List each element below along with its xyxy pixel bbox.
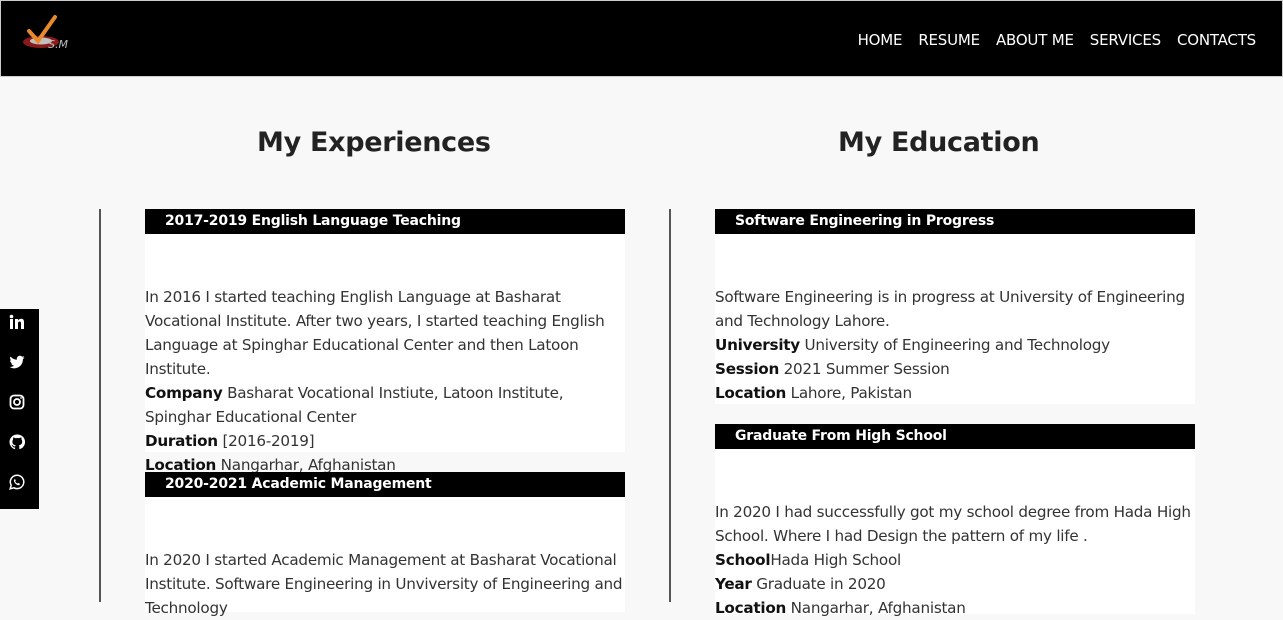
linkedin-icon[interactable] <box>9 314 25 330</box>
education-year: Year Graduate in 2020 <box>715 575 886 593</box>
whatsapp-icon[interactable] <box>9 474 25 490</box>
logo[interactable]: S.M <box>21 15 77 55</box>
github-icon[interactable] <box>9 434 26 450</box>
experience-timeline-line <box>99 209 101 602</box>
twitter-icon[interactable] <box>9 354 25 370</box>
education-description: In 2020 I had successfully got my school… <box>715 503 1191 545</box>
nav-resume[interactable]: RESUME <box>918 31 980 49</box>
education-location: Location Lahore, Pakistan <box>715 384 912 402</box>
nav-about-me[interactable]: ABOUT ME <box>996 31 1074 49</box>
education-university: University University of Engineering and… <box>715 336 1110 354</box>
social-sidebar <box>0 309 39 509</box>
nav-home[interactable]: HOME <box>858 31 903 49</box>
education-title: My Education <box>838 127 1040 158</box>
top-navbar: S.M HOME RESUME ABOUT ME SERVICES CONTAC… <box>0 0 1283 77</box>
experiences-title: My Experiences <box>257 127 491 158</box>
education-card-body: In 2020 I had successfully got my school… <box>715 449 1195 620</box>
education-card: Software Engineering in Progress Softwar… <box>715 209 1195 404</box>
experience-description: In 2016 I started teaching English Langu… <box>145 288 605 378</box>
experience-card-body: In 2016 I started teaching English Langu… <box>145 234 625 477</box>
experience-card-heading: 2020-2021 Academic Management <box>145 472 625 497</box>
experience-description: In 2020 I started Academic Management at… <box>145 551 623 617</box>
education-location: Location Nangarhar, Afghanistan <box>715 599 966 617</box>
logo-text: S.M <box>48 38 68 51</box>
main-nav: HOME RESUME ABOUT ME SERVICES CONTACTS <box>858 31 1257 49</box>
education-school: SchoolHada High School <box>715 551 901 569</box>
experience-card-heading: 2017-2019 English Language Teaching <box>145 209 625 234</box>
instagram-icon[interactable] <box>9 394 25 410</box>
experience-company: Company Basharat Vocational Instiute, La… <box>145 384 564 426</box>
education-session: Session 2021 Summer Session <box>715 360 950 378</box>
education-card-heading: Graduate From High School <box>715 424 1195 449</box>
experience-card: 2017-2019 English Language Teaching In 2… <box>145 209 625 474</box>
experience-card: 2020-2021 Academic Management In 2020 I … <box>145 472 625 617</box>
education-description: Software Engineering is in progress at U… <box>715 288 1185 330</box>
nav-contacts[interactable]: CONTACTS <box>1177 31 1256 49</box>
education-timeline-line <box>669 209 671 602</box>
education-card-heading: Software Engineering in Progress <box>715 209 1195 234</box>
nav-services[interactable]: SERVICES <box>1090 31 1161 49</box>
education-card-body: Software Engineering is in progress at U… <box>715 234 1195 405</box>
experience-duration: Duration [2016-2019] <box>145 432 315 450</box>
education-card: Graduate From High School In 2020 I had … <box>715 424 1195 617</box>
